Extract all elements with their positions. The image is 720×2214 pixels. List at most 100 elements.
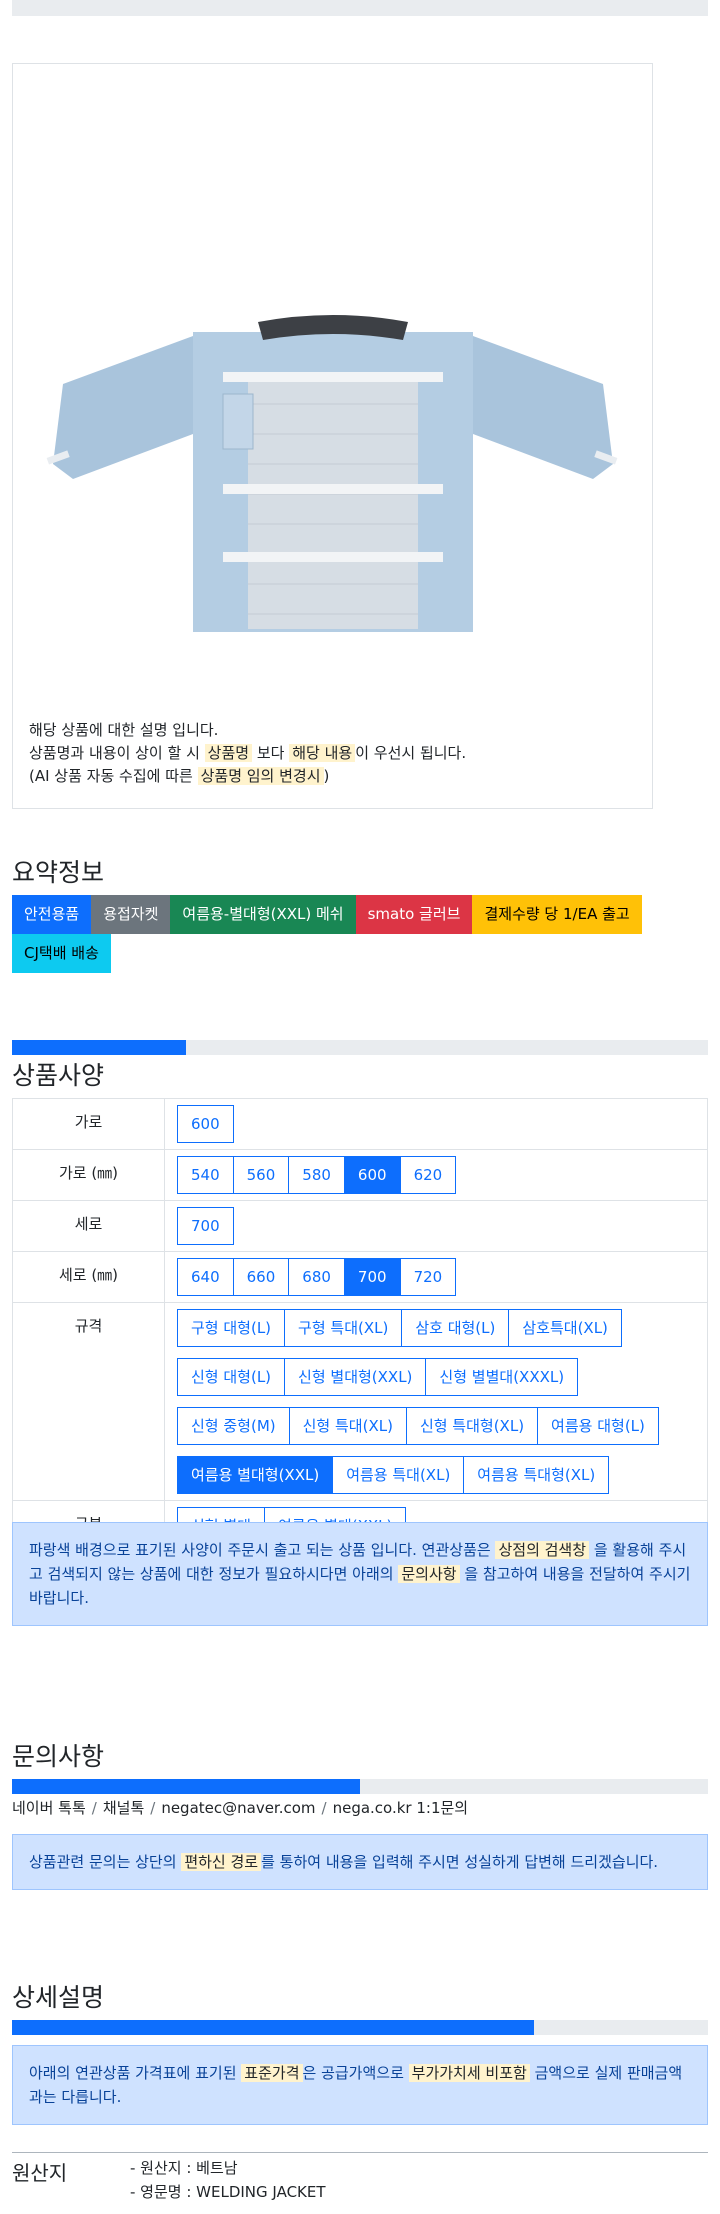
inquiry-progress-bar [12,1779,708,1794]
spec-option-group: 540 560 580 600 620 [177,1156,707,1194]
spec-option-button[interactable]: 신형 특대형(XL) [405,1407,539,1445]
spec-option-button[interactable]: 신형 중형(M) [177,1407,290,1445]
spec-option-button[interactable]: 여름용 특대(XL) [332,1456,465,1494]
spec-option-button[interactable]: 삼호 대형(L) [401,1309,510,1347]
desc-line-3b: ) [323,767,330,785]
spec-row-options: 600 [164,1098,708,1150]
spec-option-button[interactable]: 720 [399,1258,457,1296]
inquiry-note-text-a: 상품관련 문의는 상단의 [29,1853,177,1871]
detail-progress-bar [12,2020,708,2035]
desc-line-3a: (AI 상품 자동 수집에 따른 [29,767,193,785]
spec-option-button[interactable]: 구형 특대(XL) [284,1309,403,1347]
spec-row-label: 세로 [12,1200,165,1252]
desc-line-2b: 보다 [256,744,285,762]
spec-option-button[interactable]: 540 [177,1156,234,1194]
product-image-welding-jacket [46,315,618,632]
desc-line-2a: 상품명과 내용이 상이 할 시 [29,744,200,762]
origin-lines: - 원산지 : 베트남 - 영문명 : WELDING JACKET [130,2156,326,2204]
spec-option-button[interactable]: 660 [232,1258,290,1296]
contact-link[interactable]: negatec@naver.com [161,1799,315,1817]
detail-note-text-b: 은 공급가액으로 [302,2064,404,2082]
spec-row: 규격 구형 대형(L) 구형 특대(XL) 삼호 대형(L) 삼호특대(XL) 신형 대형… [12,1302,708,1501]
spec-row-options: 540 560 580 600 620 [164,1149,708,1201]
spec-option-button[interactable]: 신형 별대형(XXL) [284,1358,427,1396]
spec-option-group: 여름용 별대형(XXL) 여름용 특대(XL) 여름용 특대형(XL) [177,1456,707,1494]
contact-separator: / [91,1799,97,1817]
inquiry-note: 상품관련 문의는 상단의 편하신 경로 를 통하여 내용을 입력해 주시면 성실하… [12,1834,708,1890]
contact-link[interactable]: 네이버 톡톡 [12,1799,86,1817]
spec-note-text-a: 파랑색 배경으로 표기된 사양이 주문시 출고 되는 상품 입니다. 연관상품은 [29,1541,491,1559]
spec-option-button[interactable]: 여름용 특대형(XL) [463,1456,610,1494]
spec-option-button[interactable]: 640 [177,1258,234,1296]
spec-option-group: 700 [177,1207,707,1245]
desc-highlight-rename: 상품명 임의 변경시 [197,767,324,785]
spec-row: 가로 600 [12,1098,708,1150]
spec-option-group: 신형 대형(L) 신형 별대형(XXL) 신형 별별대(XXXL) [177,1358,707,1396]
contact-links: 네이버 톡톡 / 채널톡 / negatec@naver.com / nega.co.kr … [12,1797,468,1818]
spec-option-group: 구형 대형(L) 구형 특대(XL) 삼호 대형(L) 삼호특대(XL) [177,1309,707,1347]
image-description: 해당 상품에 대한 설명 입니다. 상품명과 내용이 상이 할 시 상품명 보다… [29,719,466,788]
spec-option-button[interactable]: 신형 특대(XL) [288,1407,407,1445]
spec-option-button[interactable]: 구형 대형(L) [177,1309,286,1347]
summary-badge: smato 글러브 [355,895,473,934]
origin-english-name: - 영문명 : WELDING JACKET [130,2183,326,2201]
spec-option-selected-button[interactable]: 여름용 별대형(XXL) [177,1456,334,1494]
inquiry-note-highlight: 편하신 경로 [181,1853,262,1871]
spec-option-button[interactable]: 여름용 대형(L) [537,1407,659,1445]
contact-separator: / [150,1799,156,1817]
spec-option-group: 640 660 680 700 720 [177,1258,707,1296]
summary-title: 요약정보 [12,858,105,887]
summary-badge: 여름용-별대형(XXL) 메쉬 [170,895,356,934]
desc-highlight-content: 해당 내용 [289,744,356,762]
origin-label: 원산지 [12,2161,68,2185]
spec-option-button[interactable]: 신형 별별대(XXXL) [425,1358,579,1396]
origin-country: - 원산지 : 베트남 [130,2159,238,2177]
detail-note-highlight-price: 표준가격 [241,2064,303,2082]
spec-option-button[interactable]: 삼호특대(XL) [508,1309,622,1347]
spec-option-selected-button[interactable]: 600 [343,1156,401,1194]
spec-row-label: 가로 (㎜) [12,1149,165,1201]
detail-note-text-a: 아래의 연관상품 가격표에 표기된 [29,2064,237,2082]
inquiry-note-text-b: 를 통하여 내용을 입력해 주시면 성실하게 답변해 드리겠습니다. [261,1853,659,1871]
spec-progress-bar [12,1040,708,1055]
summary-badges: 안전용품 용접자켓 여름용-별대형(XXL) 메쉬 smato 글러브 결제수량 당 1… [12,895,712,973]
spec-row-label: 세로 (㎜) [12,1251,165,1303]
detail-note: 아래의 연관상품 가격표에 표기된 표준가격 은 공급가액으로 부가가치세 비포함… [12,2045,708,2125]
spec-option-button[interactable]: 560 [232,1156,290,1194]
spec-option-button[interactable]: 600 [177,1105,234,1143]
summary-badge: 용접자켓 [91,895,171,934]
spec-option-group: 신형 중형(M) 신형 특대(XL) 신형 특대형(XL) 여름용 대형(L) [177,1407,707,1445]
spec-option-button[interactable]: 580 [288,1156,345,1194]
spec-option-button[interactable]: 620 [399,1156,457,1194]
spec-option-button[interactable]: 700 [177,1207,234,1245]
spec-option-group: 600 [177,1105,707,1143]
contact-link[interactable]: 채널톡 [103,1799,144,1817]
spec-row-label: 규격 [12,1302,165,1501]
spec-row: 세로 (㎜) 640 660 680 700 720 [12,1251,708,1303]
spec-note: 파랑색 배경으로 표기된 사양이 주문시 출고 되는 상품 입니다. 연관상품은… [12,1522,708,1626]
inquiry-title: 문의사항 [12,1742,105,1771]
origin-divider [12,2152,708,2153]
spec-note-highlight-inquiry: 문의사항 [398,1565,460,1583]
detail-title: 상세설명 [12,1983,105,2012]
spec-row-label: 가로 [12,1098,165,1150]
spec-note-highlight-search: 상점의 검색창 [495,1541,590,1559]
spec-row-options: 구형 대형(L) 구형 특대(XL) 삼호 대형(L) 삼호특대(XL) 신형 대형(L… [164,1302,708,1501]
summary-badge: CJ택배 배송 [12,934,111,973]
spec-title: 상품사양 [12,1061,105,1090]
desc-line-1: 해당 상품에 대한 설명 입니다. [29,721,219,739]
detail-progress-fill [12,2020,534,2035]
desc-highlight-product-name: 상품명 [204,744,253,762]
contact-link[interactable]: nega.co.kr 1:1문의 [333,1799,469,1817]
detail-note-highlight-vat: 부가가치세 비포함 [408,2064,530,2082]
spec-option-button[interactable]: 신형 대형(L) [177,1358,286,1396]
contact-separator: / [321,1799,327,1817]
inquiry-progress-fill [12,1779,360,1794]
spec-option-selected-button[interactable]: 700 [343,1258,401,1296]
summary-badge: 결제수량 당 1/EA 출고 [472,895,642,934]
spec-option-button[interactable]: 680 [288,1258,345,1296]
desc-line-2c: 이 우선시 됩니다. [355,744,467,762]
summary-badge: 안전용품 [12,895,92,934]
spec-row: 가로 (㎜) 540 560 580 600 620 [12,1149,708,1201]
spec-row-options: 700 [164,1200,708,1252]
